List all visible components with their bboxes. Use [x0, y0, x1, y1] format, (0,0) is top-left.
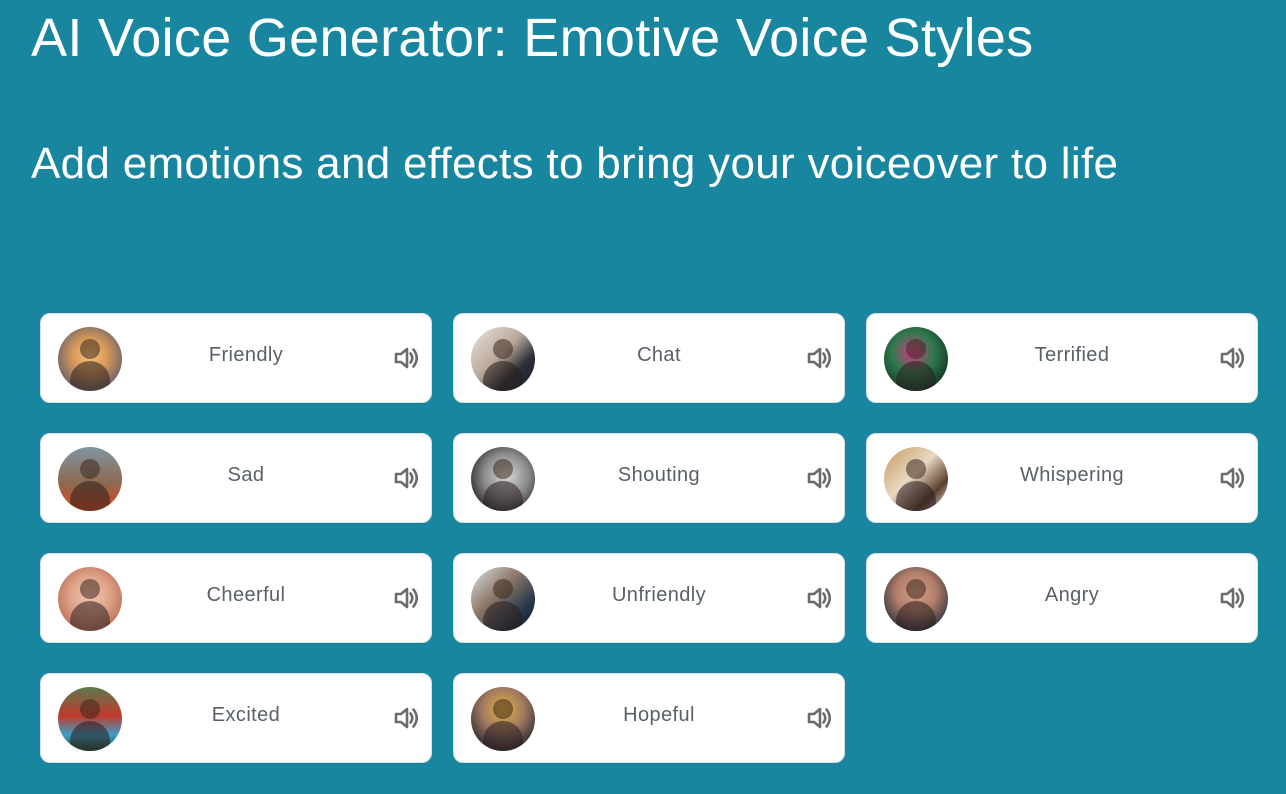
voice-style-label: Hopeful	[623, 703, 695, 726]
avatar-figure-body	[483, 481, 523, 511]
speaker-icon[interactable]	[806, 344, 834, 372]
voice-style-card-hopeful[interactable]: Hopeful	[453, 673, 845, 763]
voice-style-avatar	[471, 567, 535, 631]
page-title: AI Voice Generator: Emotive Voice Styles	[31, 8, 1034, 68]
avatar-figure-head	[80, 459, 100, 479]
speaker-icon[interactable]	[393, 464, 421, 492]
avatar-figure-head	[493, 339, 513, 359]
avatar-figure-head	[906, 459, 926, 479]
avatar-figure-head	[906, 339, 926, 359]
avatar-figure-head	[80, 699, 100, 719]
page-subtitle: Add emotions and effects to bring your v…	[31, 139, 1119, 188]
voice-style-avatar	[471, 447, 535, 511]
speaker-icon[interactable]	[806, 464, 834, 492]
voice-style-avatar	[884, 567, 948, 631]
avatar-figure-body	[70, 481, 110, 511]
speaker-icon[interactable]	[806, 584, 834, 612]
voice-style-card-cheerful[interactable]: Cheerful	[40, 553, 432, 643]
speaker-icon[interactable]	[806, 704, 834, 732]
avatar-figure-head	[493, 579, 513, 599]
avatar-figure-body	[483, 601, 523, 631]
voice-style-card-shouting[interactable]: Shouting	[453, 433, 845, 523]
voice-style-avatar	[58, 567, 122, 631]
avatar-figure-head	[493, 459, 513, 479]
voice-style-label: Terrified	[1034, 343, 1110, 366]
voice-style-card-chat[interactable]: Chat	[453, 313, 845, 403]
voice-style-card-sad[interactable]: Sad	[40, 433, 432, 523]
avatar-figure-body	[70, 721, 110, 751]
avatar-figure-body	[70, 601, 110, 631]
voice-style-avatar	[884, 327, 948, 391]
avatar-figure-body	[896, 601, 936, 631]
avatar-figure-head	[906, 579, 926, 599]
voice-style-label: Whispering	[1019, 463, 1125, 486]
avatar-figure-body	[896, 361, 936, 391]
voice-style-label: Shouting	[617, 463, 701, 486]
speaker-icon[interactable]	[1219, 464, 1247, 492]
voice-style-avatar	[471, 327, 535, 391]
avatar-figure-body	[483, 361, 523, 391]
voice-style-avatar	[884, 447, 948, 511]
voice-style-label: Excited	[211, 703, 281, 726]
speaker-icon[interactable]	[393, 704, 421, 732]
avatar-figure-body	[896, 481, 936, 511]
voice-style-avatar	[471, 687, 535, 751]
voice-style-label: Unfriendly	[611, 583, 707, 606]
voice-style-avatar	[58, 327, 122, 391]
avatar-figure-body	[70, 361, 110, 391]
voice-style-grid: Friendly Chat Terrified Sad Shouting Whi…	[40, 313, 1258, 763]
voice-style-label: Cheerful	[206, 583, 286, 606]
voice-style-label: Friendly	[208, 343, 284, 366]
voice-style-card-whispering[interactable]: Whispering	[866, 433, 1258, 523]
avatar-figure-body	[483, 721, 523, 751]
voice-style-label: Chat	[637, 343, 681, 366]
voice-style-card-unfriendly[interactable]: Unfriendly	[453, 553, 845, 643]
speaker-icon[interactable]	[1219, 344, 1247, 372]
voice-style-card-angry[interactable]: Angry	[866, 553, 1258, 643]
avatar-figure-head	[80, 339, 100, 359]
voice-style-card-excited[interactable]: Excited	[40, 673, 432, 763]
avatar-figure-head	[493, 699, 513, 719]
speaker-icon[interactable]	[393, 584, 421, 612]
speaker-icon[interactable]	[393, 344, 421, 372]
voice-style-label: Angry	[1044, 583, 1100, 606]
speaker-icon[interactable]	[1219, 584, 1247, 612]
voice-style-card-friendly[interactable]: Friendly	[40, 313, 432, 403]
voice-style-avatar	[58, 447, 122, 511]
voice-style-label: Sad	[227, 463, 265, 486]
avatar-figure-head	[80, 579, 100, 599]
voice-style-card-terrified[interactable]: Terrified	[866, 313, 1258, 403]
voice-style-avatar	[58, 687, 122, 751]
